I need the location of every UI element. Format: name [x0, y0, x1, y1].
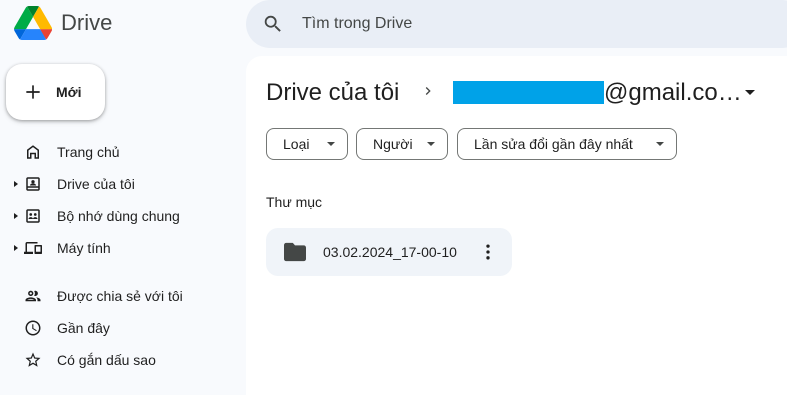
- plus-icon: [26, 85, 40, 99]
- breadcrumb-account-email[interactable]: @gmail.co…: [604, 79, 742, 107]
- expand-caret-icon[interactable]: [14, 245, 18, 251]
- sidebar-item-label: Được chia sẻ với tôi: [57, 288, 183, 304]
- sidebar-item-label: Drive của tôi: [57, 176, 135, 192]
- filter-chip-label: Người: [373, 136, 413, 152]
- sidebar-item-home[interactable]: Trang chủ: [0, 137, 246, 167]
- expand-caret-icon[interactable]: [14, 213, 18, 219]
- dropdown-arrow-icon: [656, 142, 664, 146]
- search-input[interactable]: Tìm trong Drive: [302, 15, 412, 33]
- shared-drives-icon: [26, 209, 40, 223]
- folders-section-label: Thư mục: [266, 194, 323, 210]
- folder-item[interactable]: 03.02.2024_17-00-10: [266, 228, 512, 276]
- filter-chip-label: Lần sửa đổi gần đây nhất: [474, 136, 633, 152]
- filter-people-chip[interactable]: Người: [356, 128, 448, 160]
- sidebar-item-starred[interactable]: Có gắn dấu sao: [0, 345, 246, 375]
- breadcrumb-my-drive[interactable]: Drive của tôi: [266, 79, 399, 107]
- star-icon: [25, 352, 41, 367]
- sidebar-item-my-drive[interactable]: Drive của tôi: [0, 169, 246, 199]
- chevron-down-icon[interactable]: [745, 90, 755, 95]
- sidebar-item-label: Có gắn dấu sao: [57, 352, 156, 368]
- my-drive-icon: [26, 177, 40, 191]
- sidebar-item-label: Bộ nhớ dùng chung: [57, 208, 180, 224]
- more-vert-icon[interactable]: [478, 242, 498, 262]
- folder-icon: [284, 242, 306, 262]
- sidebar-item-recent[interactable]: Gần đây: [0, 313, 246, 343]
- sidebar-item-shared-drives[interactable]: Bộ nhớ dùng chung: [0, 201, 246, 231]
- sidebar-item-shared-with-me[interactable]: Được chia sẻ với tôi: [0, 281, 246, 311]
- new-button-label: Mới: [56, 84, 82, 100]
- expand-caret-icon[interactable]: [14, 181, 18, 187]
- recent-icon: [25, 320, 41, 336]
- app-name: Drive: [61, 10, 113, 35]
- sidebar-item-computers[interactable]: Máy tính: [0, 233, 246, 263]
- new-button[interactable]: Mới: [6, 64, 105, 120]
- sidebar-item-label: Máy tính: [57, 240, 111, 256]
- sidebar-item-label: Gần đây: [57, 320, 110, 336]
- computers-icon: [24, 242, 42, 254]
- dropdown-arrow-icon: [427, 142, 435, 146]
- search-bar[interactable]: Tìm trong Drive: [246, 0, 787, 48]
- folder-name: 03.02.2024_17-00-10: [323, 244, 457, 260]
- home-icon: [27, 145, 39, 159]
- filter-modified-chip[interactable]: Lần sửa đổi gần đây nhất: [457, 128, 677, 160]
- sidebar-item-label: Trang chủ: [57, 144, 120, 160]
- redacted-email-block: [453, 81, 604, 104]
- search-icon[interactable]: [262, 13, 284, 35]
- drive-logo[interactable]: Drive: [14, 6, 112, 40]
- shared-with-me-icon: [25, 290, 41, 302]
- filter-type-chip[interactable]: Loại: [266, 128, 348, 160]
- dropdown-arrow-icon: [327, 142, 335, 146]
- drive-logo-icon: [14, 6, 52, 40]
- chevron-right-icon: [425, 87, 431, 95]
- filter-chip-label: Loại: [283, 136, 310, 152]
